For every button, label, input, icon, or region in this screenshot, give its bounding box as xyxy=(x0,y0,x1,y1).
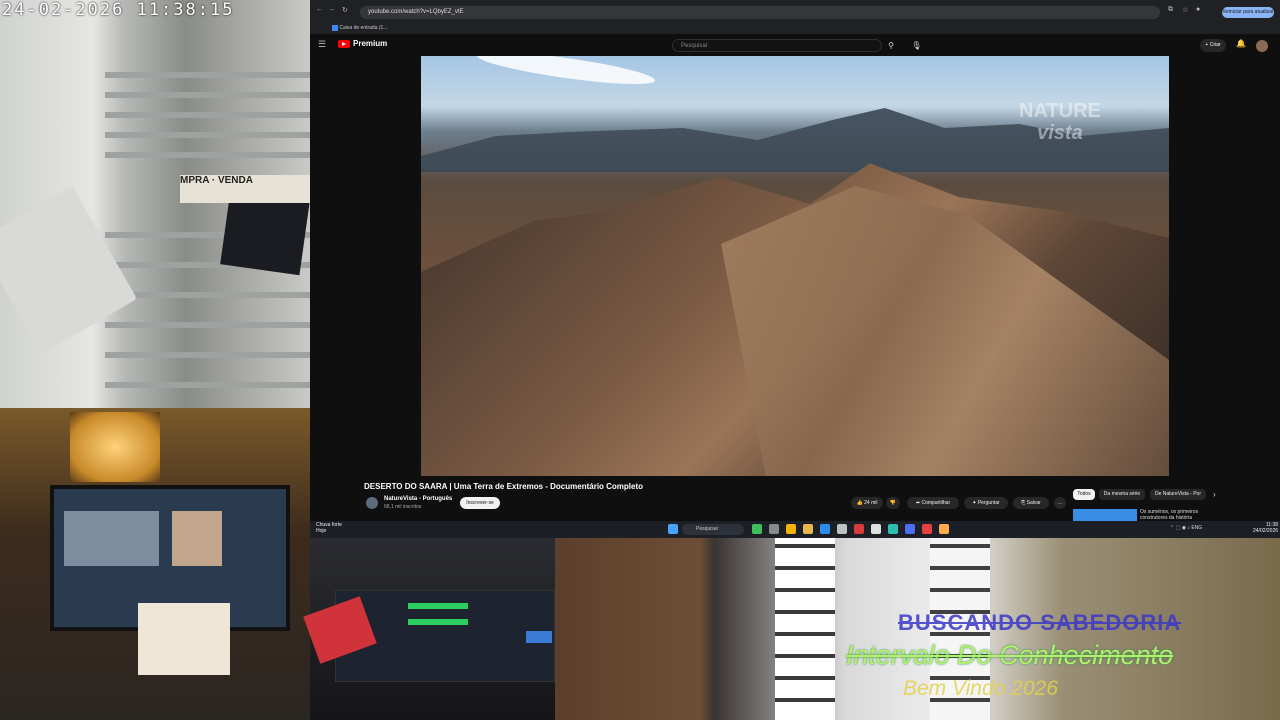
store-icon[interactable] xyxy=(837,524,847,534)
desk-calendar xyxy=(138,603,230,675)
watermark-line2: vista xyxy=(1037,122,1083,144)
thumbs-up-icon: 👍 xyxy=(856,500,863,506)
blind-slat xyxy=(105,152,310,158)
camera-timestamp: 24-02-2026 11:38:15 xyxy=(2,0,235,20)
mail-icon xyxy=(332,24,338,31)
menu-icon[interactable]: ☰ xyxy=(318,39,326,50)
ask-button[interactable]: ✦ Perguntar xyxy=(964,497,1008,509)
monitor-webcam-thumb xyxy=(172,511,222,566)
reload-icon[interactable]: ↻ xyxy=(342,6,348,14)
bookmark-item[interactable]: Caixa de entrada (1... xyxy=(339,25,387,31)
system-tray[interactable]: ⌃ ⬚ ◉ ♪ ENG xyxy=(1170,525,1202,531)
weather-day: Hoje xyxy=(316,528,327,534)
ask-label: Perguntar xyxy=(977,500,1000,506)
browser-toolbar: ← → ↻ youtube.com/watch?v=LQbyEZ_vtE ⧉ ☆… xyxy=(310,0,1280,22)
youtube-play-icon xyxy=(338,39,350,48)
channel-subscribers: 68,1 mil inscritos xyxy=(384,504,422,510)
search-input[interactable]: Pesquisar xyxy=(672,39,882,52)
channel-watermark: NATURE vista xyxy=(1019,100,1101,144)
search-icon[interactable]: ⚲ xyxy=(884,39,898,52)
timeline-clip xyxy=(526,631,552,643)
street-sign: MPRA · VENDA xyxy=(180,175,310,203)
more-button[interactable]: ... xyxy=(1054,497,1066,509)
monitor-video-thumb xyxy=(64,511,159,566)
bookmarks-bar: Caixa de entrada (1... xyxy=(310,22,1280,34)
chip-channel[interactable]: De NatureVista - Por xyxy=(1150,489,1206,500)
youtube-logo-text: Premium xyxy=(353,39,388,48)
wifi-icon: ⌃ ⬚ ◉ ♪ xyxy=(1170,525,1192,531)
taskbar-search[interactable]: Pesquisar xyxy=(682,524,744,535)
cloud xyxy=(475,56,657,91)
overlay-welcome: Bem Vindo 2026 xyxy=(903,677,1058,700)
share-label: Compartilhar xyxy=(921,500,951,506)
recommended-thumbnail[interactable] xyxy=(1073,509,1137,521)
dislike-button[interactable]: 👎 xyxy=(886,497,900,509)
folder-icon[interactable] xyxy=(803,524,813,534)
avatar[interactable] xyxy=(1256,40,1268,52)
like-count: 24 mil xyxy=(864,500,878,506)
video-player[interactable]: NATURE vista xyxy=(421,56,1169,476)
audio-meter xyxy=(408,603,468,609)
forward-icon[interactable]: → xyxy=(328,6,335,13)
edge-icon[interactable] xyxy=(820,524,830,534)
subscribe-button[interactable]: Inscrever-se xyxy=(460,497,500,509)
bookmark-star-icon[interactable]: ☆ xyxy=(1182,6,1188,14)
like-button[interactable]: 👍 24 mil xyxy=(851,497,883,509)
create-button[interactable]: + Criar xyxy=(1200,39,1226,52)
profile-icon[interactable]: ● xyxy=(1196,6,1200,13)
weather-widget[interactable]: Chuva forte Hoje xyxy=(316,522,342,534)
update-button[interactable]: Reiniciar para atualizar xyxy=(1222,7,1274,18)
channel-name[interactable]: NatureVista - Português xyxy=(384,496,452,502)
blind-slat xyxy=(105,352,310,358)
share-button[interactable]: ➦ Compartilhar xyxy=(907,497,959,509)
overlay-title: BUSCANDO SABEDORIA xyxy=(898,610,1182,635)
app-icon[interactable] xyxy=(888,524,898,534)
app-icon[interactable] xyxy=(871,524,881,534)
audio-meter xyxy=(408,619,468,625)
blind-slat xyxy=(105,322,310,328)
browser-window: ← → ↻ youtube.com/watch?v=LQbyEZ_vtE ⧉ ☆… xyxy=(310,0,1280,538)
bookmark-icon: ⎘ xyxy=(1021,500,1026,506)
windows-start-icon[interactable] xyxy=(668,524,678,534)
blind-slat xyxy=(105,92,310,98)
chip-same-series[interactable]: Da mesma série xyxy=(1099,489,1145,500)
app-icon[interactable] xyxy=(905,524,915,534)
taskbar-clock[interactable]: 11:38 24/02/2026 xyxy=(1253,522,1278,534)
obs-icon[interactable] xyxy=(854,524,864,534)
door-window xyxy=(775,538,835,720)
language-indicator: ENG xyxy=(1191,525,1203,531)
clock-date: 24/02/2026 xyxy=(1253,528,1279,534)
blind-slat xyxy=(105,132,310,138)
save-label: Salvar xyxy=(1026,500,1041,506)
blind-slat xyxy=(105,72,310,78)
microphone-icon[interactable]: 🎙 xyxy=(910,39,923,52)
video-title: DESERTO DO SAARA | Uma Terra de Extremos… xyxy=(364,482,644,491)
share-icon: ➦ xyxy=(915,500,921,506)
sparkle-icon: ✦ xyxy=(972,500,977,506)
lamp xyxy=(70,412,160,482)
street-sign-text: MPRA · VENDA xyxy=(180,175,253,186)
youtube-logo[interactable]: Premium xyxy=(338,39,387,48)
thumbs-down-icon: 👎 xyxy=(889,500,897,506)
address-bar[interactable]: youtube.com/watch?v=LQbyEZ_vtE xyxy=(360,6,1160,19)
app-icon[interactable] xyxy=(939,524,949,534)
chrome-icon[interactable] xyxy=(786,524,796,534)
recommended-title[interactable]: Os sumérios, os primeiros construtores d… xyxy=(1140,509,1220,521)
notifications-icon[interactable]: 🔔 xyxy=(1236,39,1246,48)
extension-icon[interactable]: ⧉ xyxy=(1168,6,1173,14)
chip-all[interactable]: Todos xyxy=(1073,489,1095,500)
overlay-subtitle: Intervalo Do Conhecimento xyxy=(846,640,1174,670)
watermark-line1: NATURE xyxy=(1019,100,1101,122)
back-icon[interactable]: ← xyxy=(316,6,323,13)
save-button[interactable]: ⎘ Salvar xyxy=(1013,497,1049,509)
chevron-right-icon[interactable]: › xyxy=(1213,490,1216,499)
task-view-icon[interactable] xyxy=(769,524,779,534)
app-icon[interactable] xyxy=(752,524,762,534)
blind-slat xyxy=(105,382,310,388)
channel-avatar[interactable] xyxy=(366,497,378,509)
blind-slat xyxy=(105,112,310,118)
app-icon[interactable] xyxy=(922,524,932,534)
